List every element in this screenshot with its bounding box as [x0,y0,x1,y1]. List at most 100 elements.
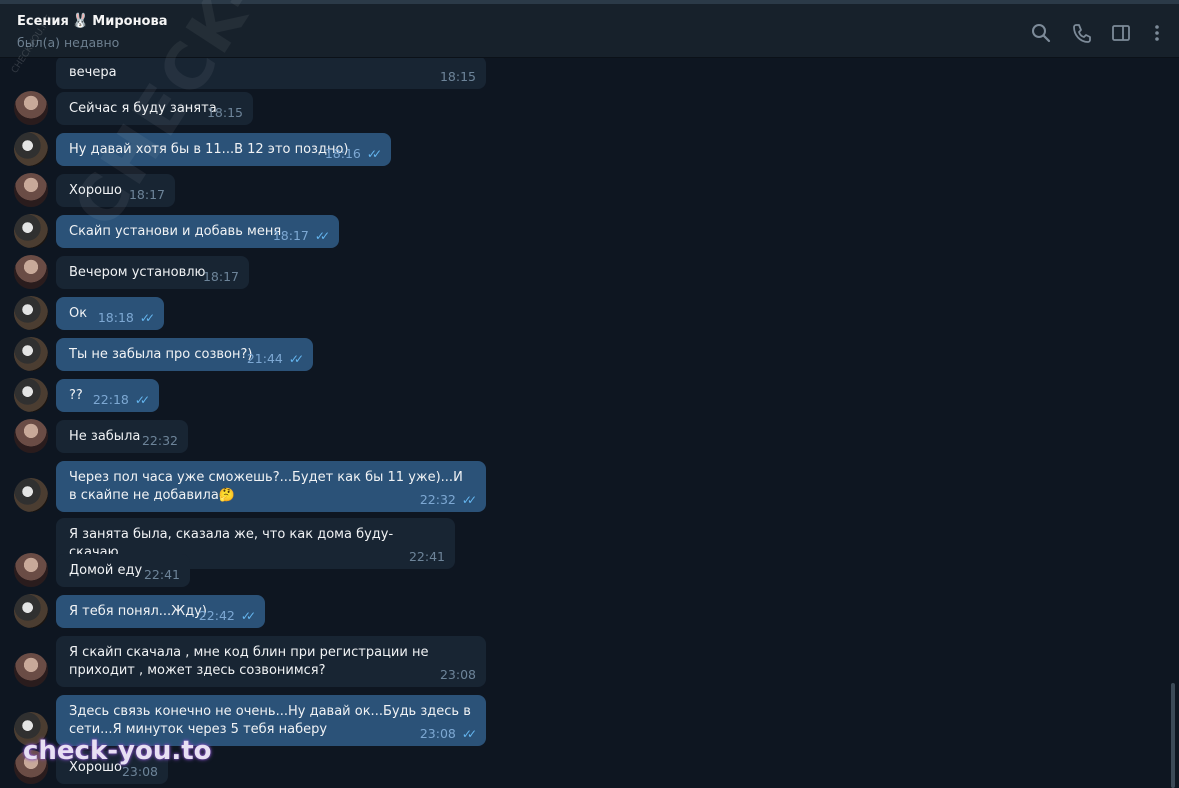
message-meta: 22:41 [409,548,445,566]
avatar[interactable] [14,653,48,687]
message-meta: 21:44 ✓✓ [246,350,304,368]
read-checkmark-icon: ✓✓ [288,352,304,366]
message-time: 22:32 [141,433,178,448]
avatar[interactable] [14,132,48,166]
message-text: Через пол часа уже сможешь?...Будет как … [69,470,467,503]
message-time: 22:41 [408,549,445,564]
message-text: Здесь связь конечно не очень...Ну давай … [69,704,475,737]
message-outgoing[interactable]: Ты не забыла про созвон?) 21:44 ✓✓ [56,338,313,371]
message-meta: 18:15 [440,68,476,86]
message-meta: 22:41 [144,566,180,584]
message-incoming[interactable]: вечера 18:15 [56,58,486,89]
read-checkmark-icon: ✓✓ [461,493,477,507]
read-checkmark-icon: ✓✓ [240,609,256,623]
contact-first-name: Есения [17,13,69,29]
avatar[interactable] [14,478,48,512]
message-text: Хорошо [69,183,122,198]
read-checkmark-icon: ✓✓ [314,229,330,243]
message-incoming[interactable]: Хорошо 18:17 [56,174,175,207]
contact-last-name: Миронова [92,13,168,29]
scrollbar-thumb[interactable] [1171,683,1175,788]
avatar[interactable] [14,296,48,330]
avatar[interactable] [14,712,48,746]
message-meta: 18:17 [203,268,239,286]
search-icon[interactable] [1030,22,1052,44]
avatar[interactable] [14,214,48,248]
message-incoming[interactable]: Не забыла 22:32 [56,420,188,453]
message-meta: 22:32 ✓✓ [419,491,477,509]
message-text: вечера [69,65,117,80]
message-outgoing[interactable]: Ок 18:18 ✓✓ [56,297,164,330]
avatar[interactable] [14,594,48,628]
message-time: 18:18 [97,310,134,325]
message-time: 18:17 [272,228,309,243]
message-text: Ты не забыла про созвон?) [69,347,253,362]
message-meta: 22:42 ✓✓ [198,607,256,625]
message-time: 18:15 [439,69,476,84]
message-incoming[interactable]: Вечером установлю 18:17 [56,256,249,289]
message-incoming[interactable]: Хорошо 23:08 [56,751,168,784]
avatar[interactable] [14,91,48,125]
message-text: Не забыла [69,429,141,444]
chat-header: Есения 🐰 Миронова был(а) недавно [0,0,1179,58]
message-text: Я скайп скачала , мне код блин при регис… [69,645,433,678]
message-text: Я тебя понял...Жду) [69,604,207,619]
read-checkmark-icon: ✓✓ [139,311,155,325]
message-list[interactable]: вечера 18:15 Сейчас я буду занята 18:15 Ну д… [0,58,1179,788]
message-text: Вечером установлю [69,265,206,280]
message-time: 22:18 [92,392,129,407]
avatar[interactable] [14,173,48,207]
message-text: Ок [69,306,88,321]
message-text: Домой еду [69,563,143,578]
message-outgoing[interactable]: Ну давай хотя бы в 11...В 12 это поздно)… [56,133,391,166]
message-time: 23:08 [439,667,476,682]
message-time: 21:44 [246,351,283,366]
message-meta: 18:15 [207,104,243,122]
avatar[interactable] [14,378,48,412]
message-text: Хорошо [69,760,122,775]
rabbit-emoji-icon: 🐰 [71,13,90,29]
message-time: 18:17 [202,269,239,284]
message-meta: 18:18 ✓✓ [97,309,155,327]
message-text: Сейчас я буду занята [69,101,217,116]
more-menu-icon[interactable] [1146,22,1168,44]
avatar[interactable] [14,750,48,784]
message-time: 18:16 [324,146,361,161]
message-meta: 18:16 ✓✓ [324,145,382,163]
read-checkmark-icon: ✓✓ [366,147,382,161]
message-incoming[interactable]: Сейчас я буду занята 18:15 [56,92,253,125]
message-incoming[interactable]: Я скайп скачала , мне код блин при регис… [56,636,486,687]
message-time: 22:32 [419,492,456,507]
message-time: 23:08 [419,726,456,741]
contact-name[interactable]: Есения 🐰 Миронова [17,13,167,29]
sidebar-toggle-icon[interactable] [1110,22,1132,44]
avatar[interactable] [14,553,48,587]
message-outgoing[interactable]: Скайп установи и добавь меня 18:17 ✓✓ [56,215,339,248]
message-time: 23:08 [121,764,158,779]
phone-icon[interactable] [1071,22,1093,44]
avatar[interactable] [14,419,48,453]
message-meta: 22:18 ✓✓ [92,391,150,409]
avatar[interactable] [14,337,48,371]
message-time: 18:15 [206,105,243,120]
message-outgoing[interactable]: ?? 22:18 ✓✓ [56,379,159,412]
message-meta: 23:08 ✓✓ [419,725,477,743]
message-meta: 23:08 [122,763,158,781]
message-outgoing[interactable]: Я тебя понял...Жду) 22:42 ✓✓ [56,595,265,628]
message-outgoing[interactable]: Здесь связь конечно не очень...Ну давай … [56,695,486,746]
message-text: Скайп установи и добавь меня [69,224,282,239]
message-meta: 18:17 [129,186,165,204]
avatar[interactable] [14,255,48,289]
message-meta: 22:32 [142,432,178,450]
message-outgoing[interactable]: Через пол часа уже сможешь?...Будет как … [56,461,486,512]
read-checkmark-icon: ✓✓ [134,393,150,407]
message-meta: 23:08 [440,666,476,684]
message-incoming[interactable]: Домой еду 22:41 [56,554,190,587]
chat-scrollbar[interactable] [1171,58,1175,788]
read-checkmark-icon: ✓✓ [461,727,477,741]
message-meta: 18:17 ✓✓ [272,227,330,245]
message-text: ?? [69,388,83,403]
contact-status: был(а) недавно [17,35,120,50]
message-time: 18:17 [128,187,165,202]
message-time: 22:42 [198,608,235,623]
